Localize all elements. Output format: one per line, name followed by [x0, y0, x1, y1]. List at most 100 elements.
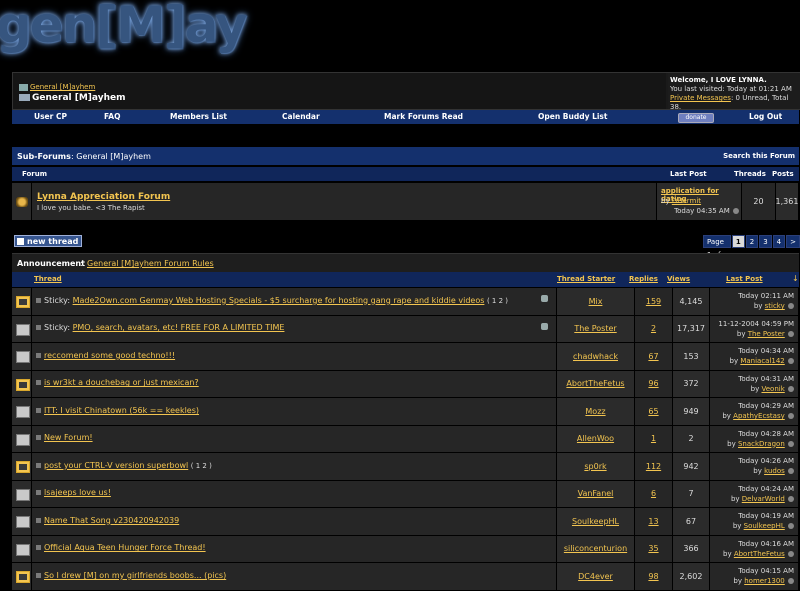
go-to-last-post-icon[interactable]: [788, 550, 794, 557]
thread-starter-link[interactable]: sp0rk: [584, 462, 606, 471]
thread-views: 372: [683, 379, 699, 389]
go-to-last-post-icon[interactable]: [788, 495, 794, 502]
thread-starter-link[interactable]: VanFanel: [578, 489, 614, 498]
thread-replies-link[interactable]: 112: [646, 462, 661, 471]
thread-replies-link[interactable]: 1: [651, 434, 656, 443]
donate-button[interactable]: donate: [678, 113, 714, 123]
col-thread[interactable]: Thread: [34, 275, 62, 283]
thread-last-user[interactable]: The Poster: [748, 330, 785, 338]
thread-starter-link[interactable]: AbortTheFetus: [566, 379, 624, 388]
thread-title-link[interactable]: reccomend some good techno!!!: [44, 351, 175, 360]
thread-pages[interactable]: ( 1 2 ): [487, 297, 508, 305]
thread-replies-link[interactable]: 35: [648, 544, 658, 553]
page-next[interactable]: >: [786, 235, 800, 248]
subforums-title-prefix: Sub-Forums: [17, 152, 71, 161]
go-to-last-post-icon[interactable]: [788, 468, 794, 474]
thread-title-link[interactable]: post your CTRL-V version superbowl: [44, 461, 188, 470]
col-views[interactable]: Views: [667, 275, 690, 283]
thread-title-link[interactable]: Official Aqua Teen Hunger Force Thread!: [44, 543, 206, 552]
announcement-link[interactable]: General [M]ayhem Forum Rules: [87, 259, 214, 268]
go-to-last-post-icon[interactable]: [733, 208, 739, 214]
thread-title-link[interactable]: lsajeeps love us!: [44, 488, 111, 497]
breadcrumb-current: General [M]ayhem: [32, 93, 126, 103]
thread-title-link[interactable]: PMO, search, avatars, etc! FREE FOR A LI…: [73, 323, 285, 332]
thread-column-header: Thread Thread Starter Replies Views Last…: [12, 272, 799, 287]
menu-log-out[interactable]: Log Out: [749, 112, 782, 121]
thread-starter-link[interactable]: Mix: [589, 297, 603, 306]
thread-title-link[interactable]: is wr3kt a douchebag or just mexican?: [44, 378, 199, 387]
sort-desc-icon[interactable]: ↓: [792, 274, 799, 283]
menu-calendar[interactable]: Calendar: [282, 112, 320, 121]
thread-status-icon: [16, 323, 30, 336]
thread-icon: [36, 352, 41, 358]
go-to-last-post-icon[interactable]: [788, 385, 794, 392]
thread-starter-link[interactable]: AllenWoo: [577, 434, 614, 443]
page-2[interactable]: 2: [745, 235, 759, 248]
thread-title-link[interactable]: Made2Own.com Genmay Web Hosting Specials…: [73, 296, 485, 305]
private-messages-link[interactable]: Private Messages: [670, 94, 731, 102]
thread-starter-link[interactable]: chadwhack: [573, 352, 618, 361]
thread-starter-link[interactable]: SoulkeepHL: [572, 517, 619, 526]
page-3[interactable]: 3: [759, 235, 772, 248]
go-to-last-post-icon[interactable]: [788, 330, 794, 337]
thread-replies-link[interactable]: 98: [648, 572, 658, 581]
thread-replies-link[interactable]: 2: [651, 324, 656, 333]
page-4[interactable]: 4: [772, 235, 786, 248]
thread-last-user[interactable]: AbortTheFetus: [734, 550, 785, 558]
col-replies[interactable]: Replies: [629, 275, 658, 283]
thread-replies-link[interactable]: 6: [651, 489, 656, 498]
search-forum-link[interactable]: Search this Forum: [723, 152, 795, 160]
col-last-post-sort[interactable]: Last Post: [726, 275, 763, 283]
go-to-last-post-icon[interactable]: [788, 358, 794, 364]
hot-thread-icon: [16, 296, 30, 309]
thread-views: 2: [688, 434, 694, 444]
thread-last-user[interactable]: kudos: [764, 467, 785, 475]
go-to-last-post-icon[interactable]: [788, 523, 794, 529]
menu-members-list[interactable]: Members List: [170, 112, 227, 121]
thread-last-user[interactable]: DelvarWorld: [742, 495, 785, 503]
page-1[interactable]: 1: [731, 235, 745, 248]
site-logo[interactable]: gen[M]ay: [0, 0, 260, 62]
thread-last-user[interactable]: Maniacal142: [740, 357, 784, 365]
thread-title-link[interactable]: Name That Song v230420942039: [44, 516, 179, 525]
thread-replies-link[interactable]: 65: [648, 407, 658, 416]
thread-replies-link[interactable]: 67: [648, 352, 658, 361]
thread-last-user[interactable]: homer1300: [744, 577, 785, 585]
new-thread-button[interactable]: new thread: [14, 235, 82, 247]
navbar-box: General [M]ayhem General [M]ayhem Welcom…: [12, 72, 800, 111]
thread-title-link[interactable]: So I drew [M] on my girlfriends boobs...…: [44, 571, 226, 580]
hot-thread-icon: [16, 571, 30, 584]
folder-icon: [19, 83, 28, 91]
thread-replies-link[interactable]: 13: [648, 517, 658, 526]
thread-starter-link[interactable]: The Poster: [574, 324, 616, 333]
menu-faq[interactable]: FAQ: [104, 112, 120, 121]
thread-last-user[interactable]: SnackDragon: [738, 440, 785, 448]
go-to-last-post-icon[interactable]: [788, 303, 794, 309]
go-to-last-post-icon[interactable]: [788, 413, 794, 419]
thread-last-user[interactable]: SoulkeepHL: [744, 522, 785, 530]
last-post-user[interactable]: DHermit: [672, 197, 701, 205]
menu-open-buddy-list[interactable]: Open Buddy List: [538, 112, 607, 121]
thread-starter-link[interactable]: Mozz: [585, 407, 605, 416]
go-to-last-post-icon[interactable]: [788, 440, 794, 447]
menu-user-cp[interactable]: User CP: [34, 112, 67, 121]
breadcrumb: General [M]ayhem General [M]ayhem: [13, 73, 666, 109]
thread-last-user[interactable]: Veonik: [761, 385, 784, 393]
forum-new-posts-icon: [16, 196, 28, 207]
thread-replies-link[interactable]: 96: [648, 379, 658, 388]
thread-pages[interactable]: ( 1 2 ): [191, 462, 212, 470]
thread-starter-link[interactable]: siliconcenturion: [564, 544, 627, 553]
thread-last-user[interactable]: ApathyEcstasy: [733, 412, 785, 420]
announcement-bar: Announcement : General [M]ayhem Forum Ru…: [12, 253, 799, 272]
thread-last-user[interactable]: sticky: [765, 302, 785, 310]
breadcrumb-parent-link[interactable]: General [M]ayhem: [30, 83, 95, 91]
thread-title-link[interactable]: ITT: I visit Chinatown (56k == keekles): [44, 406, 199, 415]
subforum-link[interactable]: Lynna Appreciation Forum: [37, 192, 170, 202]
col-thread-starter[interactable]: Thread Starter: [557, 275, 615, 283]
thread-replies-link[interactable]: 159: [646, 297, 661, 306]
thread-title-link[interactable]: New Forum!: [44, 433, 93, 442]
go-to-last-post-icon[interactable]: [788, 578, 794, 584]
thread-row: New Forum! AllenWoo 1 2 Today 04:28 AM by Sna…: [12, 425, 799, 453]
thread-starter-link[interactable]: DC4ever: [578, 572, 613, 581]
menu-mark-forums-read[interactable]: Mark Forums Read: [384, 112, 463, 121]
